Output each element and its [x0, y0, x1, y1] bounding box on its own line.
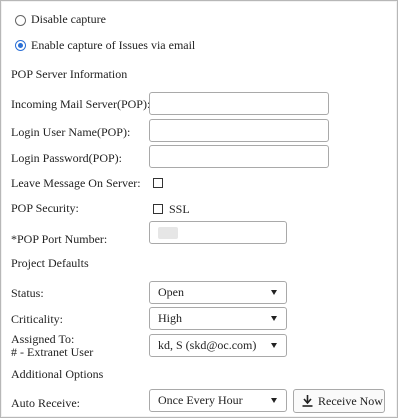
criticality-select-value: High — [158, 311, 182, 325]
extranet-user-note: # - Extranet User — [11, 345, 94, 359]
pop-port-input[interactable] — [149, 221, 287, 244]
disable-capture-label: Disable capture — [31, 12, 106, 26]
leave-message-checkbox[interactable] — [153, 178, 163, 188]
redacted-port-value — [158, 227, 178, 239]
criticality-label: Criticality: — [11, 312, 63, 326]
status-select[interactable]: Open — [149, 281, 287, 304]
chevron-down-icon — [271, 343, 277, 348]
receive-now-label: Receive Now — [318, 394, 383, 408]
auto-receive-select[interactable]: Once Every Hour — [149, 389, 287, 412]
status-label: Status: — [11, 286, 44, 300]
pop-security-label: POP Security: — [11, 201, 79, 215]
enable-capture-label: Enable capture of Issues via email — [31, 38, 196, 52]
assigned-to-select-value: kd, S (skd@oc.com) — [158, 338, 257, 352]
chevron-down-icon — [271, 398, 277, 403]
criticality-select[interactable]: High — [149, 307, 287, 330]
login-password-label: Login Password(POP): — [11, 151, 123, 165]
enable-capture-radio[interactable] — [15, 40, 26, 51]
leave-message-label: Leave Message On Server: — [11, 176, 141, 190]
additional-options-section-title: Additional Options — [11, 367, 104, 381]
pop-server-section-title: POP Server Information — [11, 67, 128, 81]
status-select-value: Open — [158, 285, 184, 299]
incoming-mail-server-input[interactable] — [149, 92, 329, 115]
login-user-label: Login User Name(POP): — [11, 125, 131, 139]
login-user-input[interactable] — [149, 119, 329, 142]
pop-port-label: *POP Port Number: — [11, 232, 108, 246]
chevron-down-icon — [271, 316, 277, 321]
ssl-label: SSL — [169, 202, 190, 216]
receive-now-button[interactable]: Receive Now — [293, 389, 385, 413]
auto-receive-select-value: Once Every Hour — [158, 393, 243, 407]
login-password-input[interactable] — [149, 145, 329, 168]
disable-capture-radio[interactable] — [15, 15, 26, 26]
incoming-mail-server-label: Incoming Mail Server(POP): — [11, 97, 151, 111]
assigned-to-select[interactable]: kd, S (skd@oc.com) — [149, 334, 287, 357]
auto-receive-label: Auto Receive: — [11, 396, 80, 410]
project-defaults-section-title: Project Defaults — [11, 256, 89, 270]
settings-panel: Disable capture Enable capture of Issues… — [0, 0, 398, 418]
ssl-checkbox[interactable] — [153, 204, 163, 214]
download-icon — [302, 395, 313, 407]
chevron-down-icon — [271, 290, 277, 295]
